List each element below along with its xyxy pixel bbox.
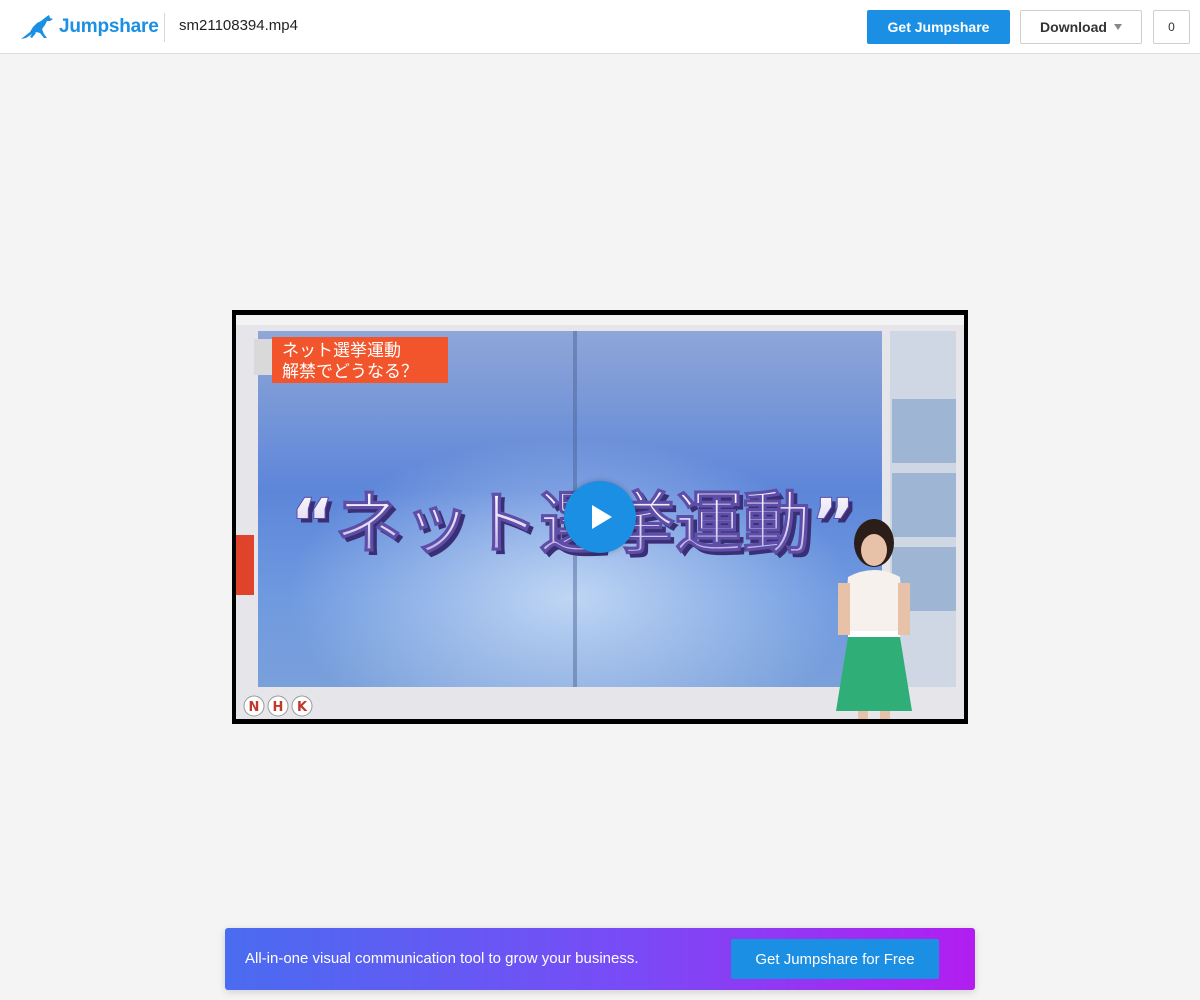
header-divider [164,13,165,42]
play-button[interactable] [564,481,636,553]
brand-name: Jumpshare [59,16,159,37]
promo-text: All-in-one visual communication tool to … [245,950,639,967]
channel-logo-letter-3: K [297,700,308,715]
channel-logo: N H K [243,695,313,717]
video-caption-line1: ネット選挙運動 [282,341,401,361]
view-count-badge[interactable]: 0 [1153,10,1190,44]
video-caption-line2: 解禁でどうなる？ [282,362,418,382]
get-jumpshare-free-button[interactable]: Get Jumpshare for Free [731,939,939,979]
file-name: sm21108394.mp4 [179,17,298,34]
channel-logo-letter-1: N [249,700,260,715]
download-button[interactable]: Download [1020,10,1142,44]
chevron-down-icon [1113,24,1122,30]
kangaroo-logo-icon [21,15,53,39]
get-jumpshare-button[interactable]: Get Jumpshare [867,10,1010,44]
top-navigation-bar: Jumpshare sm21108394.mp4 Get Jumpshare D… [0,0,1200,54]
download-button-label: Download [1040,19,1107,35]
promo-banner: All-in-one visual communication tool to … [225,928,975,990]
channel-logo-letter-2: H [273,700,284,715]
play-icon [592,505,612,529]
brand-logo[interactable]: Jumpshare [20,14,159,40]
